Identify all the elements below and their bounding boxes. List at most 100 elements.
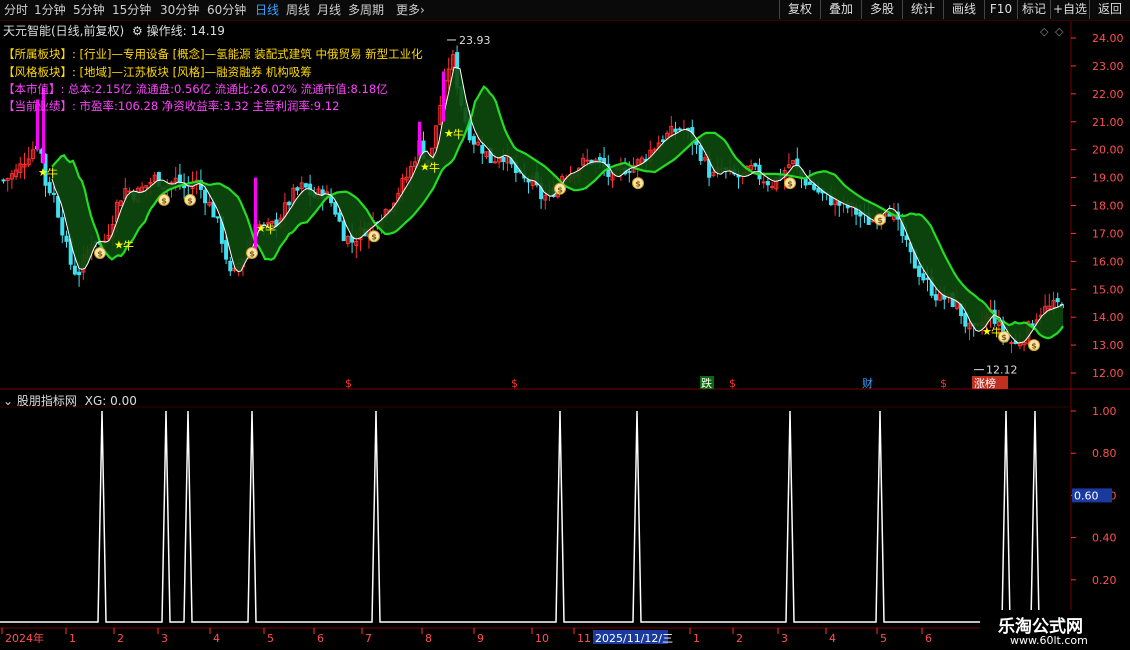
candle-body (1055, 298, 1060, 303)
candle-body (765, 181, 770, 186)
candle-body (933, 294, 938, 301)
sub-chart-header: ⌄ 股朋指标网 XG: 0.00 (0, 392, 137, 408)
money-bag-glyph: $ (97, 249, 103, 258)
perf-info: 【当前业绩】: 市盈率:106.28 净资收益率:3.32 主营利润率:9.12 (3, 98, 339, 114)
y-tick-label: 24.00 (1092, 32, 1124, 45)
f10-button[interactable]: F10 (984, 0, 1017, 19)
stock-title: 天元智能(日线,前复权) (3, 24, 125, 38)
current-value-text: 0.60 (1074, 489, 1099, 502)
watermark: 乐淘公式网 www.60lt.com (980, 610, 1130, 650)
timeframe-1min[interactable]: 1分钟 (34, 2, 66, 18)
candle-body (228, 260, 233, 272)
money-bag-glyph: $ (635, 180, 641, 189)
multi-stock-button[interactable]: 多股 (861, 0, 902, 19)
candle-body (770, 185, 775, 188)
candle-body (295, 187, 300, 191)
x-tick-label: 8 (425, 632, 432, 645)
timeframe-15min[interactable]: 15分钟 (112, 2, 151, 18)
sector-label: 【所属板块】: (3, 47, 76, 61)
date-cursor-label: 2025/11/12/三 (595, 632, 673, 645)
bull-signal-label: 牛 (123, 239, 134, 253)
money-bag-glyph: $ (1031, 342, 1037, 351)
timeframe-60min[interactable]: 60分钟 (207, 2, 246, 18)
timeframe-30min[interactable]: 30分钟 (160, 2, 199, 18)
x-tick-label: 2 (736, 632, 743, 645)
y-tick-label: 20.00 (1092, 144, 1124, 157)
bull-signal-label: 牛 (991, 325, 1002, 339)
settings-gear-icon[interactable]: ⚙ (132, 24, 143, 38)
die-marker: 跌 (701, 376, 712, 390)
kline-chart[interactable]: 24.0023.0022.0021.0020.0019.0018.0017.00… (0, 21, 1130, 650)
candle-body (1, 179, 6, 182)
x-tick-label: 10 (535, 632, 549, 645)
candle-body (480, 145, 485, 154)
timeframe-daily[interactable]: 日线 (255, 2, 279, 18)
y-tick-label: 15.00 (1092, 283, 1124, 296)
timeframe-multi[interactable]: 多周期 (348, 2, 384, 18)
mcap-value: 总本:2.15亿 流通盘:0.56亿 流通比:26.02% 流通市值:8.18亿 (68, 82, 388, 96)
x-tick-label: 9 (477, 632, 484, 645)
money-bag-glyph: $ (187, 196, 193, 205)
timeframe-monthly[interactable]: 月线 (317, 2, 341, 18)
perf-value: 市盈率:106.28 净资收益率:3.32 主营利润率:9.12 (79, 99, 340, 113)
timeframe-weekly[interactable]: 周线 (286, 2, 310, 18)
candle-body (215, 216, 220, 219)
overlay-button[interactable]: 叠加 (820, 0, 861, 19)
style-label: 【风格板块】: (3, 65, 76, 79)
timeframe-5min[interactable]: 5分钟 (73, 2, 105, 18)
x-tick-label: 7 (365, 632, 372, 645)
collapse-icon[interactable]: ⌄ (3, 394, 13, 408)
perf-label: 【当前业绩】: (3, 99, 76, 113)
money-bag-glyph: $ (787, 180, 793, 189)
x-tick-label: 11 (577, 632, 591, 645)
event-money-marker: $ (345, 377, 352, 390)
candle-body (917, 265, 922, 277)
candle-body (585, 159, 590, 162)
operation-line-label: 操作线: (146, 24, 187, 38)
money-bag-glyph: $ (249, 249, 255, 258)
sub-chart-title: 股朋指标网 (16, 394, 77, 408)
candle-body (963, 312, 968, 327)
candle-body (51, 192, 56, 195)
candle-body (471, 136, 476, 145)
mark-button[interactable]: 标记 (1017, 0, 1050, 19)
chart-title: 天元智能(日线,前复权) ⚙ 操作线: 14.19 (3, 22, 225, 39)
add-watchlist-button[interactable]: +自选 (1050, 0, 1089, 19)
y-tick-label: 14.00 (1092, 311, 1124, 324)
candle-body (816, 187, 821, 193)
x-tick-label: 6 (317, 632, 324, 645)
y-tick-label: 19.00 (1092, 172, 1124, 185)
money-bag-glyph: $ (557, 185, 563, 194)
signal-bar (254, 177, 257, 251)
sub-y-tick-label: 0.80 (1092, 447, 1117, 460)
zhang-marker: 涨榜 (974, 376, 996, 390)
bull-signal-label: 牛 (265, 222, 276, 236)
candle-body (287, 201, 292, 206)
xg-value: 0.00 (110, 394, 137, 408)
candle-body (224, 240, 229, 260)
xg-indicator-line (0, 410, 1070, 623)
candle-body (64, 235, 69, 242)
candle-body (60, 217, 65, 236)
money-bag-glyph: $ (877, 216, 883, 225)
candle-body (501, 156, 506, 163)
back-button[interactable]: 返回 (1089, 0, 1130, 19)
x-tick-label: 2 (117, 632, 124, 645)
style-value: [地域]—江苏板块 [风格]—融资融券 机构吸筹 (79, 65, 312, 79)
xg-label: XG: (84, 394, 107, 408)
sector-value: [行业]—专用设备 [概念]—氢能源 装配式建筑 中俄贸易 新型工业化 (79, 47, 423, 61)
bull-signal-label: 牛 (47, 166, 58, 180)
y-tick-label: 23.00 (1092, 60, 1124, 73)
timeframe-more[interactable]: 更多› (396, 2, 425, 18)
x-tick-label: 4 (213, 632, 220, 645)
statistics-button[interactable]: 统计 (902, 0, 943, 19)
style-info: 【风格板块】: [地域]—江苏板块 [风格]—融资融券 机构吸筹 (3, 64, 312, 80)
operation-line-value: 14.19 (190, 24, 225, 38)
y-tick-label: 18.00 (1092, 200, 1124, 213)
sub-y-tick-label: 1.00 (1092, 405, 1117, 418)
high-price-label: 23.93 (459, 34, 491, 47)
draw-line-button[interactable]: 画线 (943, 0, 984, 19)
restore-rights-button[interactable]: 复权 (779, 0, 820, 19)
timeframe-fenshi[interactable]: 分时 (4, 2, 28, 18)
candle-body (337, 212, 342, 222)
